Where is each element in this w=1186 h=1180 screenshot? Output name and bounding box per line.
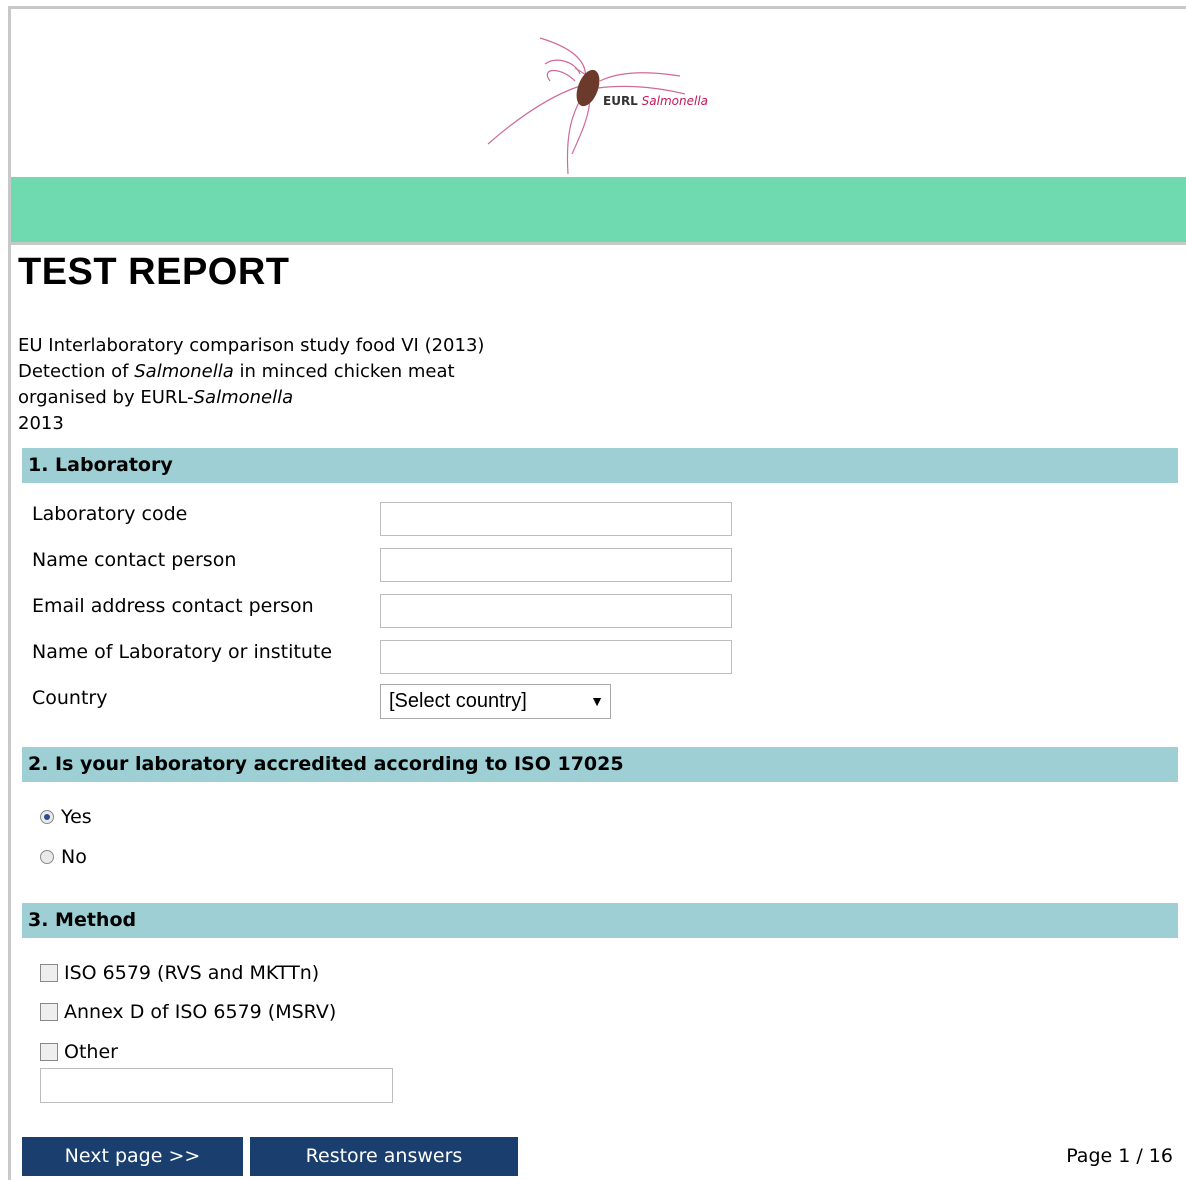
contact-name-input[interactable] (380, 548, 732, 582)
checkbox-option-other[interactable]: Other (40, 1041, 118, 1063)
country-select-value: [Select country] (389, 690, 527, 712)
radio-option-yes[interactable]: Yes (40, 806, 92, 828)
checkbox-option-annex-d[interactable]: Annex D of ISO 6579 (MSRV) (40, 1001, 336, 1023)
laboratory-name-input[interactable] (380, 640, 732, 674)
label-country: Country (32, 687, 108, 709)
checkbox-label-other: Other (64, 1041, 118, 1063)
next-page-button[interactable]: Next page >> (22, 1137, 243, 1176)
chevron-down-icon: ▼ (590, 693, 604, 709)
radio-option-no[interactable]: No (40, 846, 87, 868)
label-contact-email: Email address contact person (32, 595, 314, 617)
header-band (11, 177, 1186, 245)
checkbox-label-iso6579: ISO 6579 (RVS and MKTTn) (64, 962, 320, 984)
label-laboratory-name: Name of Laboratory or institute (32, 641, 333, 663)
checkbox-label-annex-d: Annex D of ISO 6579 (MSRV) (64, 1001, 337, 1023)
other-method-input[interactable] (40, 1068, 393, 1103)
radio-button-yes[interactable] (40, 810, 54, 824)
checkbox-iso6579[interactable] (40, 964, 58, 982)
section-heading-laboratory: 1. Laboratory (22, 448, 1178, 483)
checkbox-option-iso6579[interactable]: ISO 6579 (RVS and MKTTn) (40, 962, 319, 984)
page-indicator: Page 1 / 16 (1066, 1145, 1173, 1167)
section-heading-method: 3. Method (22, 903, 1178, 938)
restore-answers-button[interactable]: Restore answers (250, 1137, 518, 1176)
page-title: TEST REPORT (18, 251, 290, 293)
checkbox-annex-d[interactable] (40, 1003, 58, 1021)
logo-wordmark: EURL Salmonella (603, 94, 709, 108)
label-laboratory-code: Laboratory code (32, 503, 188, 525)
label-contact-name: Name contact person (32, 549, 237, 571)
radio-label-yes: Yes (61, 806, 92, 828)
laboratory-code-input[interactable] (380, 502, 732, 536)
checkbox-other[interactable] (40, 1043, 58, 1061)
country-select[interactable]: [Select country] ▼ (380, 684, 611, 719)
contact-email-input[interactable] (380, 594, 732, 628)
radio-label-no: No (61, 846, 87, 868)
section-heading-accreditation: 2. Is your laboratory accredited accordi… (22, 747, 1178, 782)
intro-text: EU Interlaboratory comparison study food… (18, 335, 485, 434)
radio-button-no[interactable] (40, 850, 54, 864)
